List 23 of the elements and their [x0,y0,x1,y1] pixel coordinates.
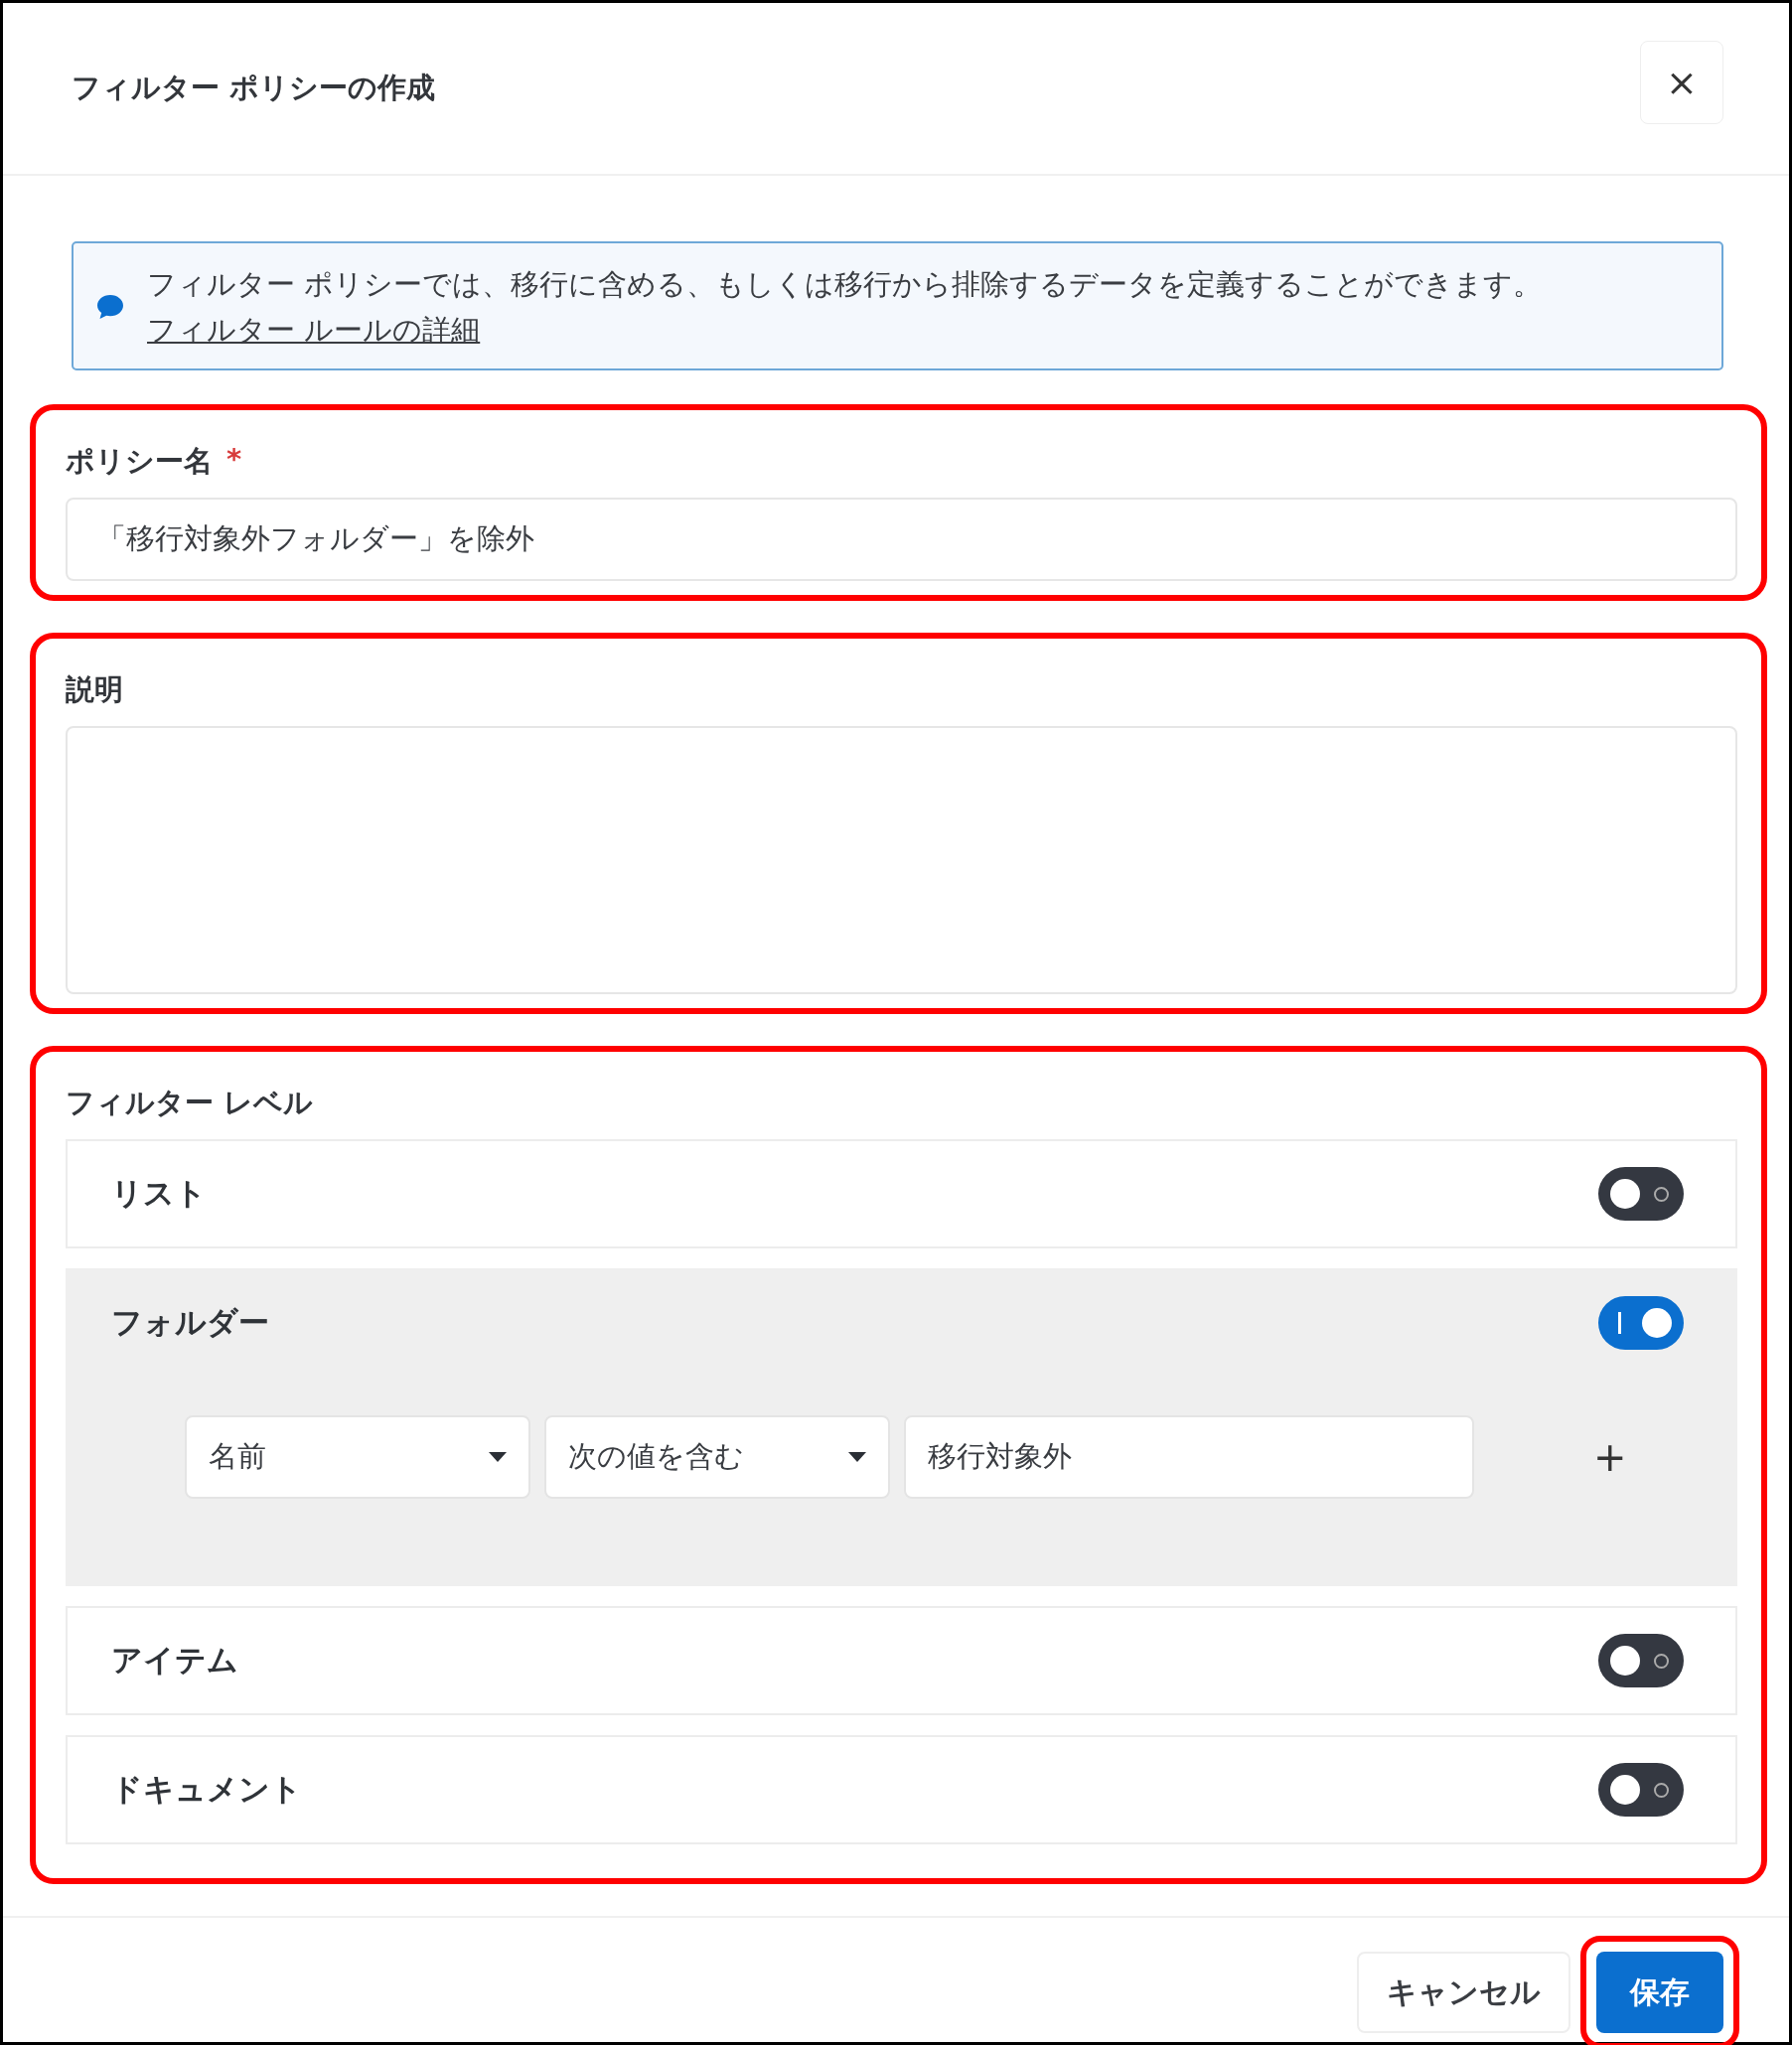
save-button[interactable]: 保存 [1596,1952,1723,2033]
field-label: ポリシー名 [66,443,213,480]
add-button[interactable]: + [1587,1433,1633,1481]
dropdown[interactable]: 名前 [185,1415,530,1499]
toggle-switch[interactable] [1598,1167,1684,1221]
toggle-switch[interactable] [1598,1634,1684,1687]
level-label: リスト [111,1174,207,1213]
cancel-button[interactable]: キャンセル [1357,1952,1570,2033]
toggle-switch[interactable] [1598,1296,1684,1350]
info-text: フィルター ポリシーでは、移行に含める、もしくは移行から排除するデータを定義することができます。 [147,266,1543,303]
toggle-switch[interactable] [1598,1763,1684,1817]
input-field[interactable]: 「移行対象外フォルダー」を除外 [66,498,1737,581]
field-label: フィルター レベル [66,1085,315,1121]
input-field[interactable]: 移行対象外 [904,1415,1474,1499]
required-mark: * [226,442,242,478]
level-label: アイテム [111,1641,238,1680]
field-label: 説明 [66,671,124,708]
dropdown[interactable]: 次の値を含む [544,1415,890,1499]
level-label: フォルダー [111,1303,269,1342]
level-label: ドキュメント [111,1770,302,1809]
dialog-title: フィルター ポリシーの作成 [72,70,436,106]
close-button[interactable]: × [1640,41,1723,124]
rules-link[interactable]: フィルター ルールの詳細 [147,313,481,347]
